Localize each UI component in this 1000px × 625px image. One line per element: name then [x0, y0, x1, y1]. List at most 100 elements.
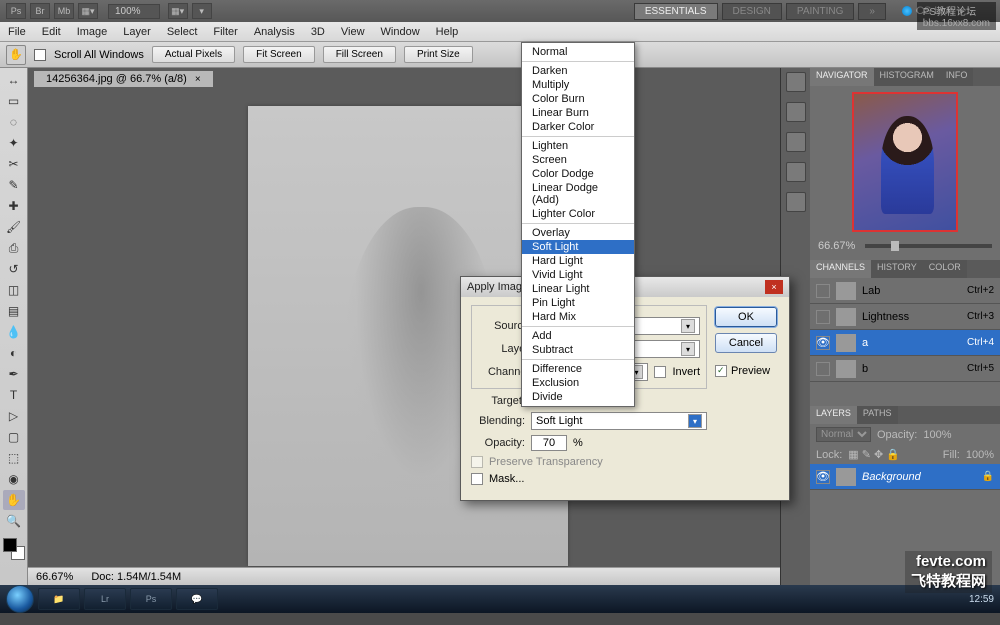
channel-a[interactable]: 👁aCtrl+4 [810, 330, 1000, 356]
blend-item-color-dodge[interactable]: Color Dodge [522, 167, 634, 181]
blending-combo[interactable]: Soft Light▾ [531, 412, 707, 430]
blend-item-darker-color[interactable]: Darker Color [522, 120, 634, 134]
blend-item-screen[interactable]: Screen [522, 153, 634, 167]
menu-file[interactable]: File [0, 26, 34, 38]
blend-item-soft-light[interactable]: Soft Light [522, 240, 634, 254]
tab-layers[interactable]: LAYERS [810, 406, 857, 424]
zoom-tool[interactable]: 🔍 [3, 511, 25, 531]
doc-tab[interactable]: 14256364.jpg @ 66.7% (a/8) × [34, 71, 213, 87]
dock-icon-5[interactable] [786, 192, 806, 212]
dock-icon-3[interactable] [786, 132, 806, 152]
menu-filter[interactable]: Filter [205, 26, 245, 38]
blend-item-exclusion[interactable]: Exclusion [522, 376, 634, 390]
opacity-value[interactable]: 100% [923, 429, 951, 441]
preview-checkbox[interactable] [715, 365, 727, 377]
fit-screen-button[interactable]: Fit Screen [243, 46, 315, 63]
blend-item-lighter-color[interactable]: Lighter Color [522, 207, 634, 221]
menu-layer[interactable]: Layer [115, 26, 159, 38]
heal-tool[interactable]: ✚ [3, 196, 25, 216]
cancel-button[interactable]: Cancel [715, 333, 777, 353]
start-button[interactable] [6, 585, 34, 613]
menu-view[interactable]: View [333, 26, 373, 38]
channel-lab[interactable]: LabCtrl+2 [810, 278, 1000, 304]
mask-checkbox[interactable] [471, 473, 483, 485]
blend-item-normal[interactable]: Normal [522, 45, 634, 59]
close-icon[interactable]: × [195, 74, 201, 85]
eye-icon[interactable]: 👁 [816, 336, 830, 350]
blend-item-linear-burn[interactable]: Linear Burn [522, 106, 634, 120]
taskbar-chat[interactable]: 💬 [176, 588, 218, 610]
history-brush-tool[interactable]: ↺ [3, 259, 25, 279]
menu-3d[interactable]: 3D [303, 26, 333, 38]
3dcam-tool[interactable]: ◉ [3, 469, 25, 489]
blend-item-overlay[interactable]: Overlay [522, 226, 634, 240]
blend-item-color-burn[interactable]: Color Burn [522, 92, 634, 106]
zoom-select[interactable]: 100% [108, 4, 160, 19]
opacity-input[interactable] [531, 435, 567, 451]
workspace-design[interactable]: DESIGN [722, 3, 782, 20]
close-button[interactable]: × [765, 280, 783, 294]
extras-icon[interactable]: ▾ [192, 3, 212, 19]
dock-icon-2[interactable] [786, 102, 806, 122]
eraser-tool[interactable]: ◫ [3, 280, 25, 300]
navigator-slider[interactable] [865, 244, 992, 248]
marquee-tool[interactable]: ▭ [3, 91, 25, 111]
blend-item-multiply[interactable]: Multiply [522, 78, 634, 92]
blur-tool[interactable]: 💧 [3, 322, 25, 342]
tab-navigator[interactable]: NAVIGATOR [810, 68, 874, 86]
wand-tool[interactable]: ✦ [3, 133, 25, 153]
ok-button[interactable]: OK [715, 307, 777, 327]
workspace-essentials[interactable]: ESSENTIALS [634, 3, 718, 20]
hand-tool[interactable]: ✋ [3, 490, 25, 510]
blend-item-pin-light[interactable]: Pin Light [522, 296, 634, 310]
minibr-icon[interactable]: Mb [54, 3, 74, 19]
tab-channels[interactable]: CHANNELS [810, 260, 871, 278]
invert-checkbox[interactable] [654, 366, 666, 378]
blend-item-vivid-light[interactable]: Vivid Light [522, 268, 634, 282]
menu-help[interactable]: Help [428, 26, 467, 38]
eyedrop-tool[interactable]: ✎ [3, 175, 25, 195]
type-tool[interactable]: T [3, 385, 25, 405]
navigator-thumb[interactable] [852, 92, 958, 232]
menu-edit[interactable]: Edit [34, 26, 69, 38]
taskbar-clock[interactable]: 12:59 [969, 594, 994, 605]
crop-tool[interactable]: ✂ [3, 154, 25, 174]
blend-mode-select[interactable]: Normal [816, 427, 871, 442]
path-tool[interactable]: ▷ [3, 406, 25, 426]
eye-icon[interactable] [816, 310, 830, 324]
hand-tool-icon[interactable]: ✋ [6, 45, 26, 65]
taskbar-explorer[interactable]: 📁 [38, 588, 80, 610]
move-tool[interactable]: ↔ [3, 70, 25, 90]
dock-icon-1[interactable] [786, 72, 806, 92]
menu-image[interactable]: Image [69, 26, 116, 38]
layer-background[interactable]: 👁 Background 🔒 [810, 464, 1000, 490]
tab-color[interactable]: COLOR [923, 260, 967, 278]
tab-paths[interactable]: PATHS [857, 406, 898, 424]
lock-icons[interactable]: ▦ ✎ ✥ 🔒 [848, 448, 900, 461]
dock-icon-4[interactable] [786, 162, 806, 182]
eye-icon[interactable] [816, 362, 830, 376]
gradient-tool[interactable]: ▤ [3, 301, 25, 321]
blend-item-hard-light[interactable]: Hard Light [522, 254, 634, 268]
menu-window[interactable]: Window [373, 26, 428, 38]
eye-icon[interactable]: 👁 [816, 470, 830, 484]
fill-screen-button[interactable]: Fill Screen [323, 46, 396, 63]
menu-analysis[interactable]: Analysis [246, 26, 303, 38]
blend-item-lighten[interactable]: Lighten [522, 139, 634, 153]
pen-tool[interactable]: ✒ [3, 364, 25, 384]
menu-select[interactable]: Select [159, 26, 206, 38]
tab-histogram[interactable]: HISTOGRAM [874, 68, 940, 86]
taskbar-ps[interactable]: Ps [130, 588, 172, 610]
blend-item-add[interactable]: Add [522, 329, 634, 343]
status-zoom[interactable]: 66.67% [36, 571, 73, 583]
ps-icon[interactable]: Ps [6, 3, 26, 19]
tab-info[interactable]: INFO [940, 68, 974, 86]
blend-item-subtract[interactable]: Subtract [522, 343, 634, 357]
blend-item-hard-mix[interactable]: Hard Mix [522, 310, 634, 324]
scroll-all-checkbox[interactable] [34, 49, 46, 61]
taskbar-lr[interactable]: Lr [84, 588, 126, 610]
brush-tool[interactable]: 🖌 [3, 217, 25, 237]
channel-b[interactable]: bCtrl+5 [810, 356, 1000, 382]
workspace-painting[interactable]: PAINTING [786, 3, 854, 20]
shape-tool[interactable]: ▢ [3, 427, 25, 447]
